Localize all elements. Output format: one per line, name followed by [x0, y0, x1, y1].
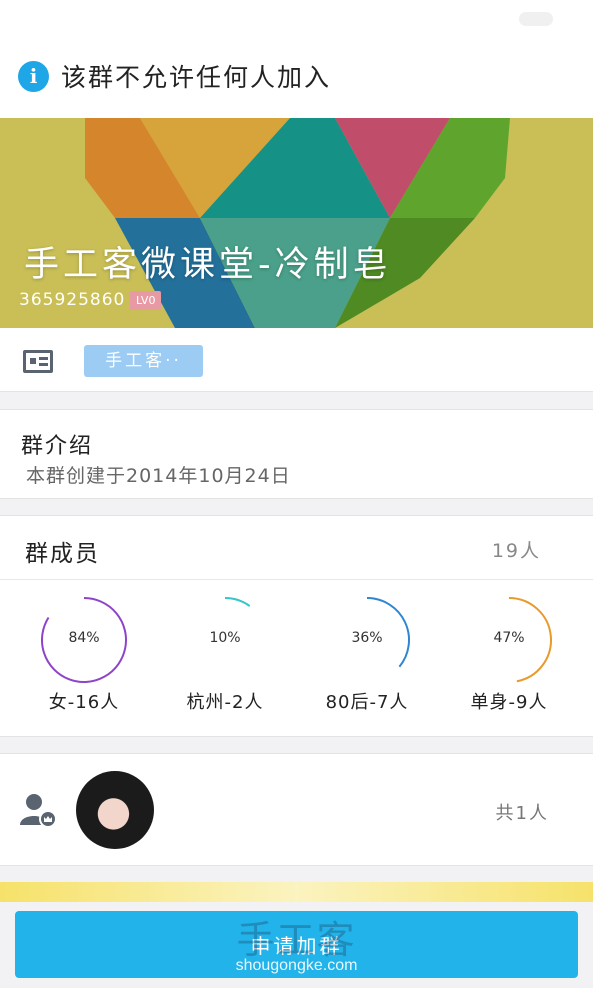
- join-group-button[interactable]: 申请加群: [15, 911, 578, 978]
- members-header[interactable]: 群成员 19人: [0, 516, 593, 580]
- stat-gender[interactable]: 84% 女-16人: [14, 590, 154, 720]
- category-row: 手工客··: [0, 328, 593, 392]
- intro-heading: 群介绍: [21, 434, 94, 459]
- group-intro-section[interactable]: 群介绍 本群创建于2014年10月24日: [0, 409, 593, 499]
- id-card-icon: [23, 350, 53, 373]
- group-id: 365925860: [19, 290, 126, 310]
- intro-text: 本群创建于2014年10月24日: [26, 465, 291, 487]
- admin-row[interactable]: 共1人: [0, 753, 593, 866]
- admin-count: 共1人: [495, 803, 549, 824]
- stat-label: 80后-7人: [325, 692, 409, 713]
- notice-bar: i 该群不允许任何人加入: [0, 34, 593, 118]
- stat-age[interactable]: 36% 80后-7人: [297, 590, 437, 720]
- stat-percent: 47%: [493, 630, 525, 646]
- notice-text: 该群不允许任何人加入: [61, 63, 332, 92]
- stat-label: 单身-9人: [470, 692, 548, 713]
- stat-percent: 84%: [68, 630, 100, 646]
- admin-user-icon: [20, 794, 57, 828]
- stat-label: 杭州-2人: [186, 692, 264, 713]
- stat-percent: 10%: [209, 630, 241, 646]
- category-tag[interactable]: 手工客··: [84, 345, 203, 377]
- status-bar: [0, 0, 593, 34]
- status-toggle: [519, 12, 553, 26]
- level-badge: LV0: [130, 291, 162, 310]
- group-title: 手工客微课堂-冷制皂: [24, 245, 392, 285]
- stat-arc: [224, 597, 251, 607]
- members-section: 群成员 19人 84% 女-16人 10% 杭州-2人 36% 80后-7人 4…: [0, 515, 593, 737]
- stat-location[interactable]: 10% 杭州-2人: [155, 590, 295, 720]
- stat-single[interactable]: 47% 单身-9人: [439, 590, 579, 720]
- info-icon: i: [18, 60, 49, 92]
- group-banner: 手工客微课堂-冷制皂 365925860 LV0: [0, 118, 593, 328]
- avatar[interactable]: [76, 771, 154, 849]
- stat-percent: 36%: [351, 630, 383, 646]
- members-count: 19人: [491, 540, 541, 562]
- members-title: 群成员: [25, 541, 100, 567]
- stat-label: 女-16人: [48, 692, 120, 713]
